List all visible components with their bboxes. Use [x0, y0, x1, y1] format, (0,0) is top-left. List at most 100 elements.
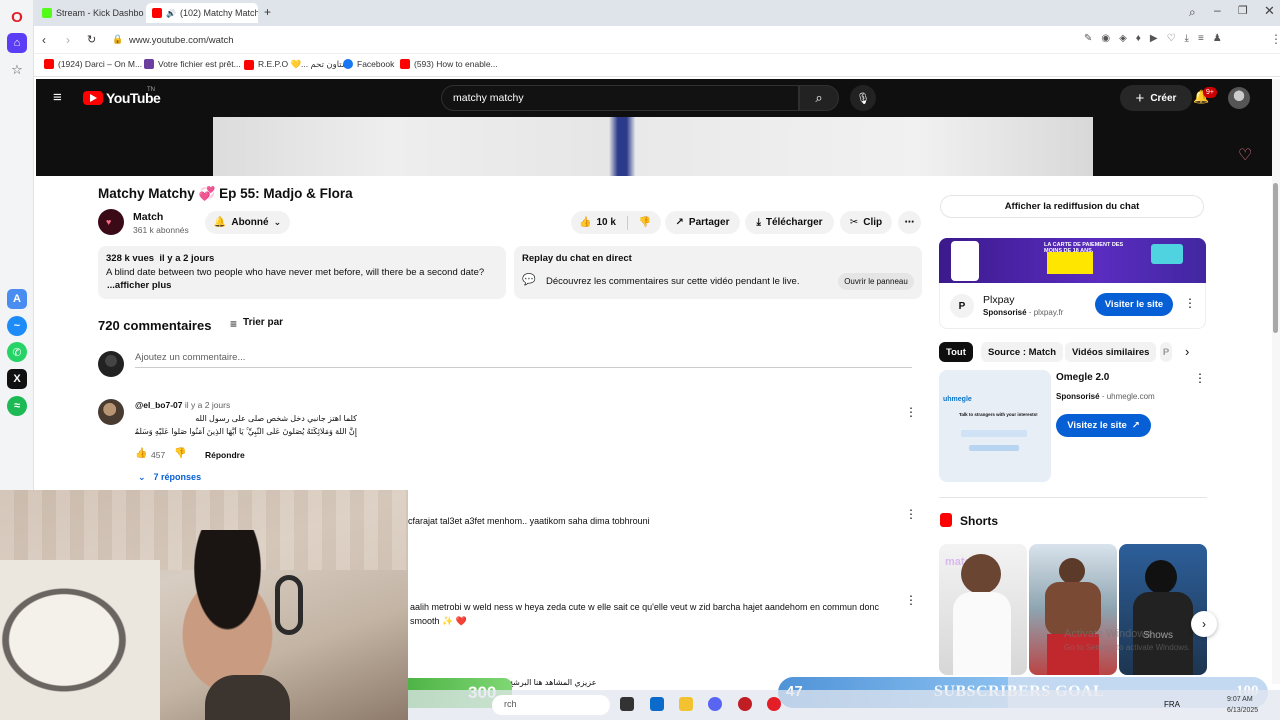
clip-button[interactable]: ✂ Clip: [840, 211, 892, 234]
bell-icon: 🔔: [213, 217, 227, 228]
bookmark-item[interactable]: Facebook: [343, 59, 394, 69]
visit-site-button[interactable]: Visitez le site ↗: [1056, 414, 1151, 437]
open-panel-button[interactable]: Ouvrir le panneau: [838, 273, 914, 290]
chip-related[interactable]: Vidéos similaires: [1065, 342, 1157, 362]
ad-brand: Plxpay: [983, 294, 1015, 306]
ad-menu-icon[interactable]: ⋮: [1194, 371, 1206, 385]
channel-avatar[interactable]: ♥: [98, 209, 124, 235]
hamburger-menu-icon[interactable]: ≡: [53, 89, 62, 106]
more-actions-button[interactable]: ⋯: [898, 211, 921, 234]
show-chat-replay-button[interactable]: Afficher la rediffusion du chat: [940, 195, 1204, 218]
lock-icon[interactable]: 🔒: [112, 34, 123, 45]
minimize-button[interactable]: –: [1214, 3, 1221, 17]
opera-logo-icon[interactable]: O: [7, 7, 27, 27]
thumbs-up-icon: 👍: [579, 217, 592, 228]
create-button[interactable]: + Créer: [1120, 85, 1192, 111]
bookmark-item[interactable]: R.E.P.O 💛... شتاون تحم: [244, 59, 349, 70]
facebook-icon: [343, 59, 353, 69]
reply-button[interactable]: Répondre: [205, 450, 245, 460]
star-icon[interactable]: ☆: [7, 60, 27, 80]
back-icon[interactable]: ‹: [42, 33, 46, 47]
download-button[interactable]: ⤓ Télécharger: [745, 211, 834, 234]
comment-dislike-button[interactable]: 👎: [174, 448, 186, 459]
toolbar-extension-icons[interactable]: ✎◉◈♦▶♡⤓≡♟: [1084, 33, 1231, 44]
chevron-right-icon[interactable]: ›: [1185, 344, 1189, 359]
recorder-icon[interactable]: [738, 697, 752, 711]
replies-toggle[interactable]: ⌄ 7 réponses: [138, 472, 201, 483]
url-field[interactable]: www.youtube.com/watch: [129, 35, 234, 46]
plxpay-ad-card[interactable]: P Plxpay Sponsorisé · plxpay.fr Visiter …: [939, 283, 1206, 329]
description-box[interactable]: 328 k vues il y a 2 jours A blind date b…: [98, 246, 506, 299]
discord-icon[interactable]: [708, 697, 722, 711]
subscribed-button[interactable]: 🔔 Abonné ⌄: [205, 211, 290, 234]
scrollbar-thumb[interactable]: [1273, 183, 1278, 333]
clock-date[interactable]: 6/13/2025: [1227, 707, 1258, 714]
omegle-ad-thumbnail[interactable]: uhmegle Talk to strangers with your inte…: [939, 370, 1051, 482]
bookmark-item[interactable]: Votre fichier est prêt...: [144, 59, 241, 69]
new-tab-button[interactable]: +: [264, 5, 271, 19]
add-comment-input[interactable]: Ajoutez un commentaire...: [135, 352, 912, 368]
tab-search-icon[interactable]: ⌕: [1189, 5, 1196, 20]
youtube-logo-icon[interactable]: [83, 91, 103, 105]
voice-search-button[interactable]: 🎙: [850, 85, 876, 111]
short-thumbnail[interactable]: match: [939, 544, 1027, 675]
language-indicator[interactable]: FRA: [1164, 700, 1180, 709]
visit-site-button[interactable]: Visiter le site: [1095, 293, 1173, 316]
account-avatar[interactable]: [1228, 87, 1250, 109]
opera-taskbar-icon[interactable]: [767, 697, 781, 711]
x-twitter-icon[interactable]: X: [7, 369, 27, 389]
bookmark-item[interactable]: (593) How to enable...: [400, 59, 498, 69]
card-image: [1151, 244, 1183, 264]
comment-like-button[interactable]: 👍: [135, 448, 147, 459]
video-player[interactable]: ♡: [36, 117, 1272, 176]
messenger-icon[interactable]: ~: [7, 316, 27, 336]
comment-menu-icon[interactable]: ⋮: [905, 405, 917, 419]
comment-author-avatar[interactable]: [98, 399, 124, 425]
reload-icon[interactable]: ↻: [87, 33, 96, 46]
chip-source-match[interactable]: Source : Match: [981, 342, 1064, 362]
search-button[interactable]: ⌕: [799, 85, 839, 111]
spotify-icon[interactable]: ≈: [7, 396, 27, 416]
forward-icon[interactable]: ›: [66, 33, 70, 47]
tab-youtube[interactable]: 🔊 (102) Matchy Matchy 💞: [146, 3, 258, 23]
chip-more[interactable]: P: [1160, 342, 1172, 362]
short-thumbnail[interactable]: [1029, 544, 1117, 675]
plxpay-logo-icon: P: [950, 294, 974, 318]
home-icon[interactable]: ⌂: [7, 33, 27, 53]
whatsapp-icon[interactable]: ✆: [7, 342, 27, 362]
shorts-next-button[interactable]: ›: [1191, 611, 1217, 637]
thumbs-down-icon: 👎: [638, 217, 652, 228]
sort-button[interactable]: ≡ Trier par: [230, 317, 283, 331]
bookmark-item[interactable]: (1924) Darci – On M...: [44, 59, 142, 69]
file-explorer-icon[interactable]: [679, 697, 693, 711]
speaker-icon[interactable]: 🔊: [166, 9, 176, 18]
chip-all[interactable]: Tout: [939, 342, 973, 362]
store-icon[interactable]: [650, 697, 664, 711]
maximize-button[interactable]: ❐: [1238, 4, 1248, 17]
like-button[interactable]: 👍 10 k: [579, 217, 616, 228]
search-input[interactable]: matchy matchy: [441, 85, 799, 111]
file-icon: [144, 59, 154, 69]
aria-icon[interactable]: A: [7, 289, 27, 309]
view-count: 328 k vues: [106, 253, 155, 264]
plxpay-ad-banner[interactable]: LA CARTE DE PAIEMENT DES MOINS DE 18 ANS…: [939, 238, 1206, 283]
task-view-icon[interactable]: [620, 697, 634, 711]
comment-menu-icon[interactable]: ⋮: [905, 593, 917, 607]
menu-icon[interactable]: ⋮: [1270, 32, 1280, 46]
close-window-button[interactable]: ✕: [1264, 3, 1275, 19]
channel-name[interactable]: Match: [133, 211, 163, 223]
ad-menu-icon[interactable]: ⋮: [1184, 296, 1196, 310]
clock-time[interactable]: 9:07 AM: [1227, 696, 1253, 703]
short-thumbnail[interactable]: Shows: [1119, 544, 1207, 675]
share-button[interactable]: ↗ Partager: [665, 211, 740, 234]
youtube-icon: [44, 59, 54, 69]
comment-author[interactable]: @el_bo7-07: [135, 400, 183, 410]
comment-menu-icon[interactable]: ⋮: [905, 507, 917, 521]
dislike-button[interactable]: 👎: [639, 217, 651, 228]
taskbar-search[interactable]: rch: [492, 695, 610, 715]
bookmark-label: R.E.P.O 💛... شتاون تحم: [258, 59, 349, 69]
tab-kick-dashboard[interactable]: Stream - Kick Dashboard: [36, 3, 144, 23]
show-more-link[interactable]: ...afficher plus: [107, 280, 171, 291]
comment-text: cfarajat tal3et a3fet menhom.. yaatikom …: [408, 516, 650, 526]
page-scrollbar[interactable]: [1272, 79, 1280, 684]
